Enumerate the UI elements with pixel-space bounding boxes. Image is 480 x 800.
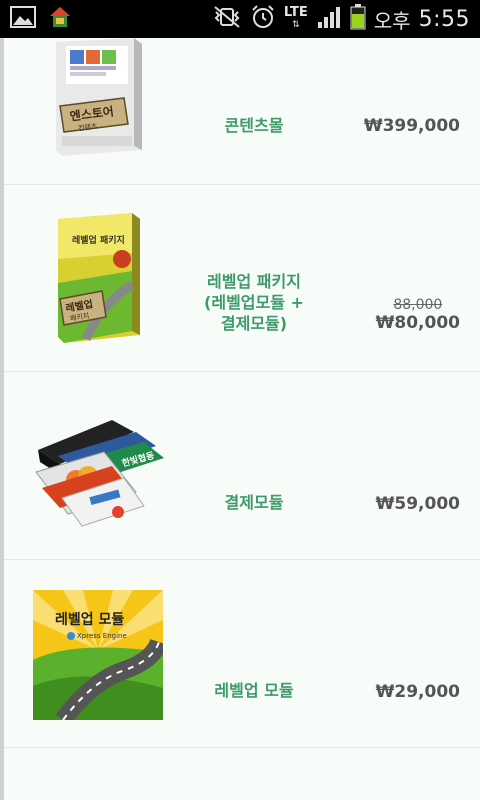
product-thumbnail[interactable]: 레벨업 패키지 레벨업 패키지 [52,213,152,349]
product-name[interactable]: 콘텐츠몰 [194,115,314,136]
home-app-icon [48,5,72,33]
product-name[interactable]: 결제모듈 [194,492,314,513]
product-row[interactable]: 엔스토어 컨텐츠 콘텐츠몰 ₩399,000 [4,38,480,185]
product-name[interactable]: 레벨업 모듈 [194,680,314,701]
status-bar: LTE ⇅ 오후 5:55 [0,0,480,38]
product-price: 88,000 ₩80,000 [376,297,460,333]
product-price: ₩59,000 [376,494,460,514]
module-title: 레벨업 모듈 [55,612,124,628]
clock-ampm: 오후 [373,8,411,33]
gallery-icon [10,6,36,32]
product-row[interactable]: 레벨업 모듈 Xpress Engine 레벨업 모듈 ₩29,000 [4,560,480,748]
product-thumbnail[interactable]: 한빛협동 [32,402,172,536]
product-price: ₩399,000 [364,116,460,136]
lte-icon: LTE ⇅ [283,5,308,30]
product-row[interactable]: 한빛협동 결제모듈 ₩59,000 [4,372,480,560]
signal-icon [316,5,342,33]
product-price: ₩29,000 [376,682,460,702]
battery-icon [350,4,366,34]
product-list: 엔스토어 컨텐츠 콘텐츠몰 ₩399,000 레벨업 패키지 레벨업 패키지 레… [0,38,480,800]
box2-top: 레벨업 패키지 [72,234,125,246]
vibrate-mute-icon [212,5,242,33]
product-row[interactable]: 레벨업 패키지 레벨업 패키지 레벨업 패키지 (레벨업모듈 + 결제모듈) 8… [4,185,480,372]
network-type: LTE [283,5,308,20]
product-thumbnail[interactable]: 엔스토어 컨텐츠 [52,38,152,162]
module-subtitle: Xpress Engine [77,632,127,640]
clock-time: 5:55 [418,6,470,32]
price-current: ₩59,000 [375,494,460,514]
price-current: ₩29,000 [375,682,460,702]
alarm-icon [250,4,276,34]
product-name[interactable]: 레벨업 패키지 (레벨업모듈 + 결제모듈) [194,271,314,334]
price-current: ₩80,000 [375,313,460,333]
price-original: 88,000 [393,297,443,313]
product-thumbnail[interactable]: 레벨업 모듈 Xpress Engine [33,590,168,726]
price-current: ₩399,000 [363,116,460,136]
